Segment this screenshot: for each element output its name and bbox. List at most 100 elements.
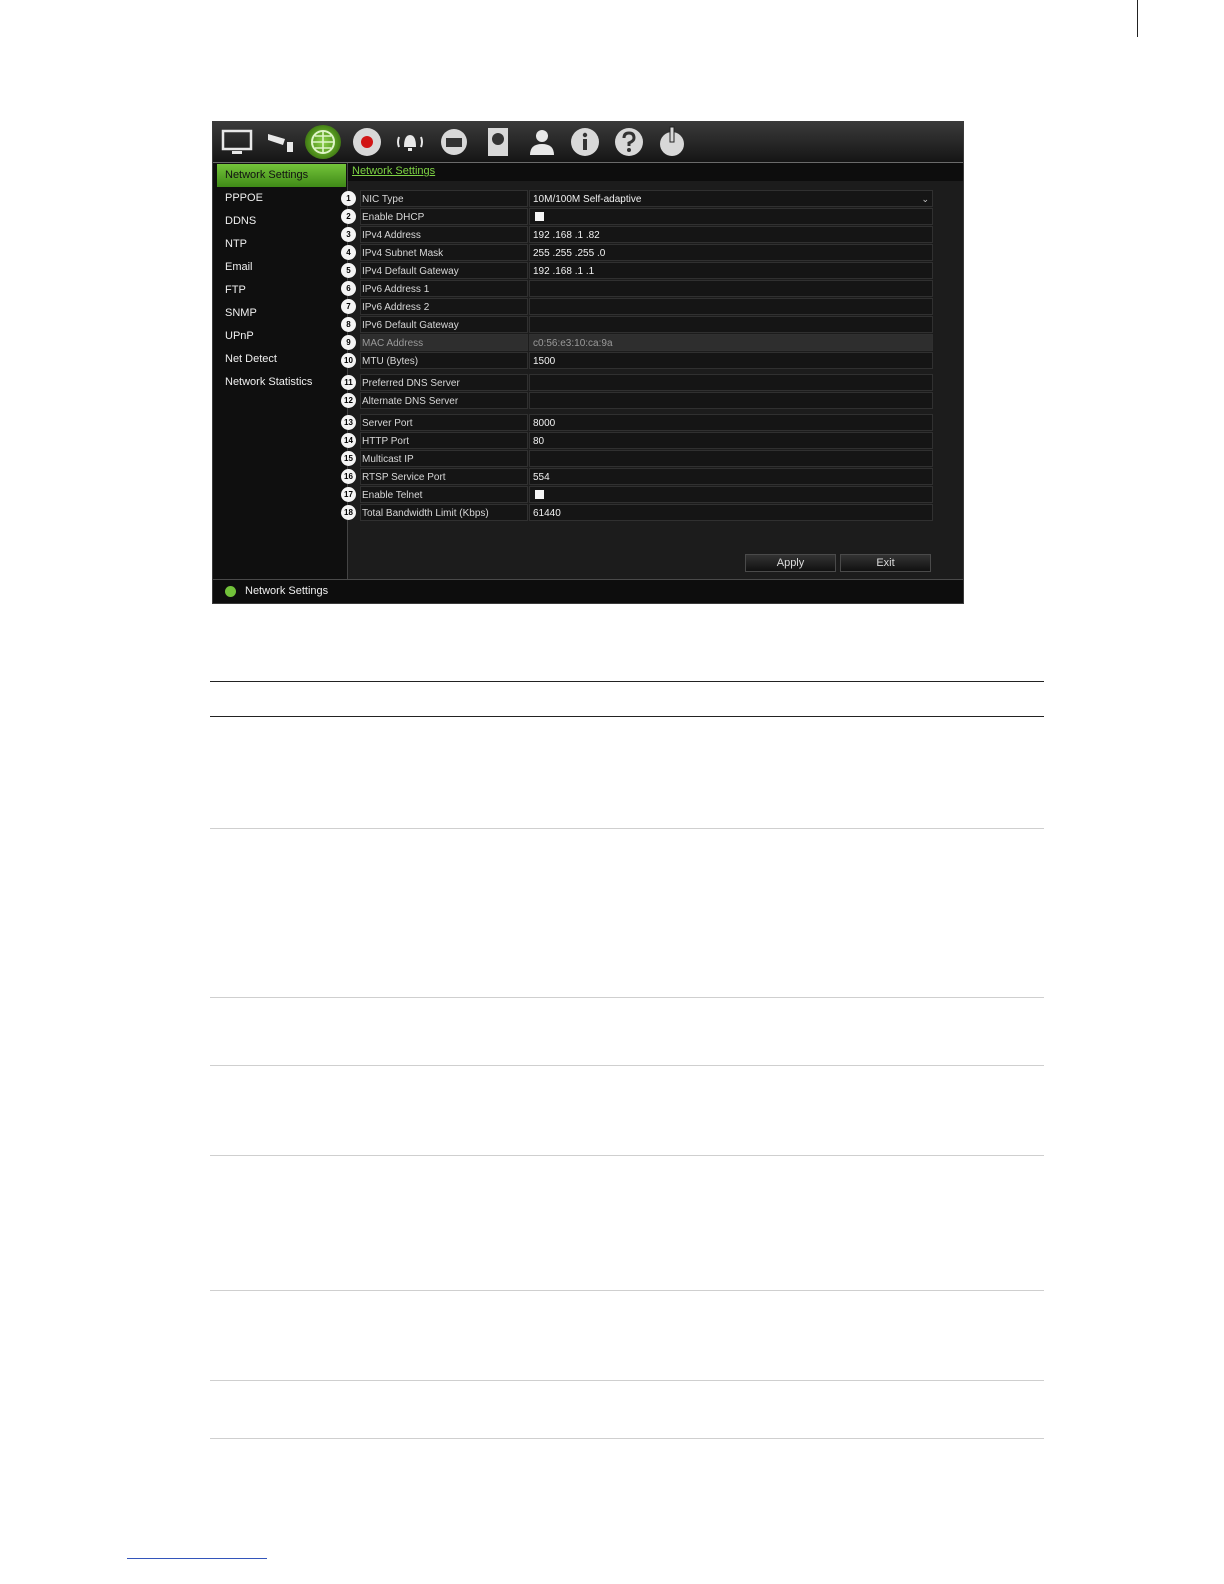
form-row: 4 IPv4 Subnet Mask 255 .255 .255 .0 [341,244,963,261]
field-label: IPv4 Subnet Mask [360,244,528,261]
table-row-rule [210,1380,1044,1381]
field-label: IPv6 Address 1 [360,280,528,297]
table-bottom-rule [210,1438,1044,1439]
field-input[interactable] [529,298,933,315]
main-panel: Network Settings 1 NIC Type 10M/100M Self-… [341,163,963,579]
form-row: 12 Alternate DNS Server [341,392,963,409]
exit-button[interactable]: Exit [840,554,931,572]
field-value: 192 .168 .1 .82 [533,230,600,241]
field-input[interactable]: 8000 [529,414,933,431]
form-row: 5 IPv4 Default Gateway 192 .168 .1 .1 [341,262,963,279]
field-input[interactable] [529,450,933,467]
field-label: RTSP Service Port [360,468,528,485]
callout-number: 9 [341,335,356,350]
sidebar-item[interactable]: UPnP [213,325,347,348]
field-input[interactable]: 554 [529,468,933,485]
callout-number: 17 [341,487,356,502]
form-row: 14 HTTP Port 80 [341,432,963,449]
sidebar: Network Settings PPPOE DDNS NTP Email FTP SNMP… [213,163,348,579]
field-label: Multicast IP [360,450,528,467]
info-icon[interactable] [567,125,603,159]
field-input[interactable]: 80 [529,432,933,449]
alarm-icon[interactable] [392,125,428,159]
status-bar: Network Settings [213,579,963,603]
callout-number: 1 [341,191,356,206]
table-row-rule [210,997,1044,998]
callout-number: 18 [341,505,356,520]
field-label: NIC Type [360,190,528,207]
callout-number: 7 [341,299,356,314]
field-input[interactable]: 192 .168 .1 .1 [529,262,933,279]
callout-number: 4 [341,245,356,260]
field-input[interactable] [529,280,933,297]
sidebar-item[interactable]: FTP [213,279,347,302]
field-input[interactable] [529,374,933,391]
form-row: 17 Enable Telnet [341,486,963,503]
field-label: MTU (Bytes) [360,352,528,369]
field-label: IPv6 Address 2 [360,298,528,315]
callout-number: 2 [341,209,356,224]
form-row: 6 IPv6 Address 1 [341,280,963,297]
device-icon[interactable] [436,125,472,159]
field-label: HTTP Port [360,432,528,449]
field-label: Enable Telnet [360,486,528,503]
field-select[interactable]: 10M/100M Self-adaptive ⌄ [529,190,933,207]
form-row: 16 RTSP Service Port 554 [341,468,963,485]
checkbox-box[interactable] [535,490,544,499]
callout-number: 10 [341,353,356,368]
hdd-icon[interactable] [480,125,516,159]
form-row: 13 Server Port 8000 [341,414,963,431]
callout-number: 13 [341,415,356,430]
footer-link-line [127,1558,267,1559]
sidebar-item[interactable]: Email [213,256,347,279]
field-checkbox[interactable] [529,486,933,503]
callout-number: 12 [341,393,356,408]
sidebar-item[interactable]: SNMP [213,302,347,325]
breadcrumb[interactable]: Network Settings [352,165,435,177]
sidebar-item[interactable]: PPPOE [213,187,347,210]
chevron-down-icon[interactable]: ⌄ [921,191,929,208]
sidebar-item[interactable]: NTP [213,233,347,256]
checkbox-box[interactable] [535,212,544,221]
monitor-icon[interactable] [219,125,255,159]
sidebar-item[interactable]: Net Detect [213,348,347,371]
apply-button[interactable]: Apply [745,554,836,572]
table-top-rule [210,681,1044,682]
network-settings-form: 1 NIC Type 10M/100M Self-adaptive ⌄ 2 Enable … [341,190,963,522]
field-value: 10M/100M Self-adaptive [533,194,642,205]
field-input[interactable] [529,392,933,409]
field-input[interactable]: 255 .255 .255 .0 [529,244,933,261]
field-value: 255 .255 .255 .0 [533,248,606,259]
help-icon[interactable] [611,125,647,159]
callout-number: 15 [341,451,356,466]
field-value: 80 [533,436,545,447]
field-label: IPv4 Default Gateway [360,262,528,279]
form-row: 15 Multicast IP [341,450,963,467]
field-label: MAC Address [360,334,528,351]
camera-icon[interactable] [262,125,298,159]
table-header-rule [210,716,1044,717]
callout-number: 3 [341,227,356,242]
field-value: 554 [533,472,550,483]
field-input[interactable] [529,316,933,333]
sidebar-item[interactable]: Network Statistics [213,371,347,394]
field-value: 192 .168 .1 .1 [533,266,595,277]
form-row: 3 IPv4 Address 192 .168 .1 .82 [341,226,963,243]
table-row-rule [210,1065,1044,1066]
field-input[interactable]: 61440 [529,504,933,521]
record-icon[interactable] [349,125,385,159]
user-icon[interactable] [524,125,560,159]
field-input[interactable]: 192 .168 .1 .82 [529,226,933,243]
power-icon[interactable] [654,125,690,159]
sidebar-item[interactable]: Network Settings [217,164,346,187]
sidebar-item[interactable]: DDNS [213,210,347,233]
field-label: Enable DHCP [360,208,528,225]
field-checkbox[interactable] [529,208,933,225]
callout-number: 14 [341,433,356,448]
network-icon[interactable] [305,125,341,159]
breadcrumb-bar: Network Settings [348,163,963,181]
field-label: Preferred DNS Server [360,374,528,391]
field-input[interactable]: 1500 [529,352,933,369]
form-row: 18 Total Bandwidth Limit (Kbps) 61440 [341,504,963,521]
main-toolbar [213,122,963,162]
